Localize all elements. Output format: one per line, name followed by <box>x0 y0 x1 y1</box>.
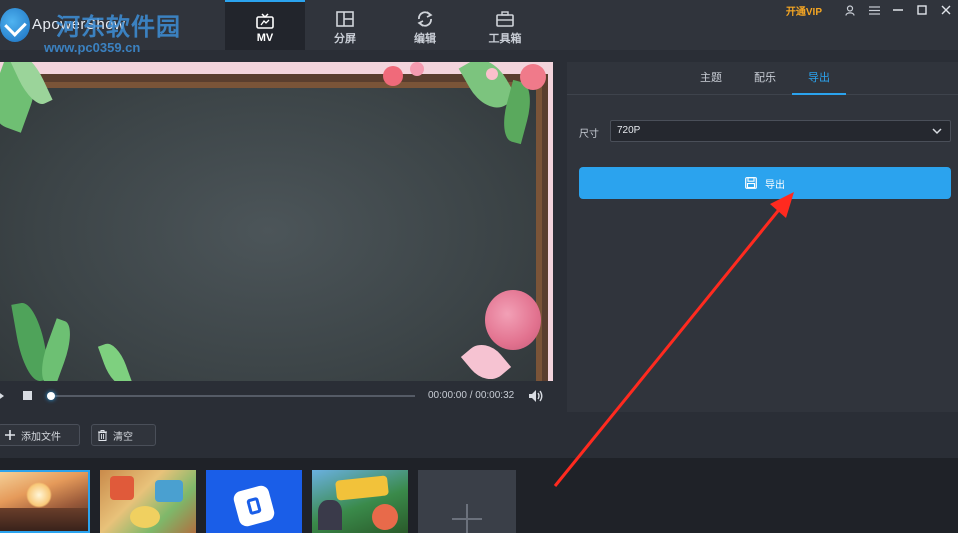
tab-edit[interactable]: 编辑 <box>385 0 465 50</box>
media-thumbnail[interactable] <box>100 470 196 533</box>
panel-tabs: 主题 配乐 导出 <box>567 62 958 95</box>
media-thumbnail[interactable] <box>0 470 90 533</box>
settings-panel: 主题 配乐 导出 尺寸 720P 导出 <box>567 62 958 412</box>
player-controls: 00:00:00 / 00:00:32 <box>0 381 553 412</box>
main-tabs: MV 分屏 编辑 工具箱 <box>225 0 545 50</box>
vip-button[interactable]: 开通VIP <box>786 3 822 18</box>
save-icon <box>745 177 757 189</box>
refresh-icon <box>417 11 433 27</box>
close-icon[interactable] <box>934 0 958 20</box>
size-label: 尺寸 <box>579 129 599 140</box>
menu-icon[interactable] <box>862 0 886 20</box>
chevron-down-icon <box>932 128 942 135</box>
user-icon[interactable] <box>838 0 862 20</box>
flower-decoration <box>410 62 424 76</box>
volume-icon[interactable] <box>528 389 544 403</box>
tab-label: MV <box>256 32 274 44</box>
add-file-label: 添加文件 <box>21 431 61 443</box>
flower-decoration <box>486 68 498 80</box>
trash-icon <box>98 429 107 441</box>
media-strip <box>0 458 958 533</box>
plus-icon-stem <box>466 504 468 533</box>
size-dropdown[interactable]: 720P <box>610 120 951 142</box>
seek-bar[interactable] <box>51 395 415 397</box>
seek-handle[interactable] <box>47 392 55 400</box>
logo-icon <box>0 8 30 42</box>
tab-split-screen[interactable]: 分屏 <box>305 0 385 50</box>
flower-decoration <box>520 64 546 90</box>
media-thumbnail[interactable] <box>206 470 302 533</box>
watermark-title: 河东软件园 <box>56 12 181 41</box>
plus-icon <box>5 430 15 440</box>
clear-label: 清空 <box>113 431 133 443</box>
flower-decoration <box>383 66 403 86</box>
window-controls: 开通VIP <box>786 0 958 20</box>
tab-theme[interactable]: 主题 <box>684 62 738 95</box>
media-thumbnail[interactable] <box>312 470 408 533</box>
maximize-icon[interactable] <box>910 0 934 20</box>
tab-toolbox[interactable]: 工具箱 <box>465 0 545 50</box>
tv-icon <box>256 13 274 29</box>
title-bar: ApowerShow 河东软件园 www.pc0359.cn MV 分屏 编辑 … <box>0 0 958 55</box>
app-logo: ApowerShow 河东软件园 www.pc0359.cn <box>0 0 220 55</box>
tab-music[interactable]: 配乐 <box>738 62 792 95</box>
toolbox-icon <box>496 11 514 27</box>
add-file-button[interactable]: 添加文件 <box>0 424 80 446</box>
watermark-url: www.pc0359.cn <box>44 40 141 55</box>
app-window: ApowerShow 河东软件园 www.pc0359.cn MV 分屏 编辑 … <box>0 0 958 533</box>
tab-mv[interactable]: MV <box>225 0 305 50</box>
chalkboard <box>0 82 542 381</box>
clear-button[interactable]: 清空 <box>91 424 156 446</box>
split-screen-icon <box>336 11 354 27</box>
stop-icon[interactable] <box>23 391 32 400</box>
tab-label: 编辑 <box>414 33 436 45</box>
tab-label: 分屏 <box>334 33 356 45</box>
export-button[interactable]: 导出 <box>579 167 951 199</box>
video-preview[interactable] <box>0 62 553 381</box>
time-display: 00:00:00 / 00:00:32 <box>428 390 515 401</box>
media-toolbar: 添加文件 清空 <box>0 412 958 458</box>
export-label: 导出 <box>765 179 785 191</box>
play-icon[interactable] <box>0 391 4 401</box>
minimize-icon[interactable] <box>886 0 910 20</box>
add-media-tile[interactable] <box>418 470 516 533</box>
tab-label: 工具箱 <box>488 33 522 45</box>
tab-export[interactable]: 导出 <box>792 62 846 95</box>
size-value: 720P <box>617 125 641 136</box>
bouquet-decoration <box>485 290 541 350</box>
